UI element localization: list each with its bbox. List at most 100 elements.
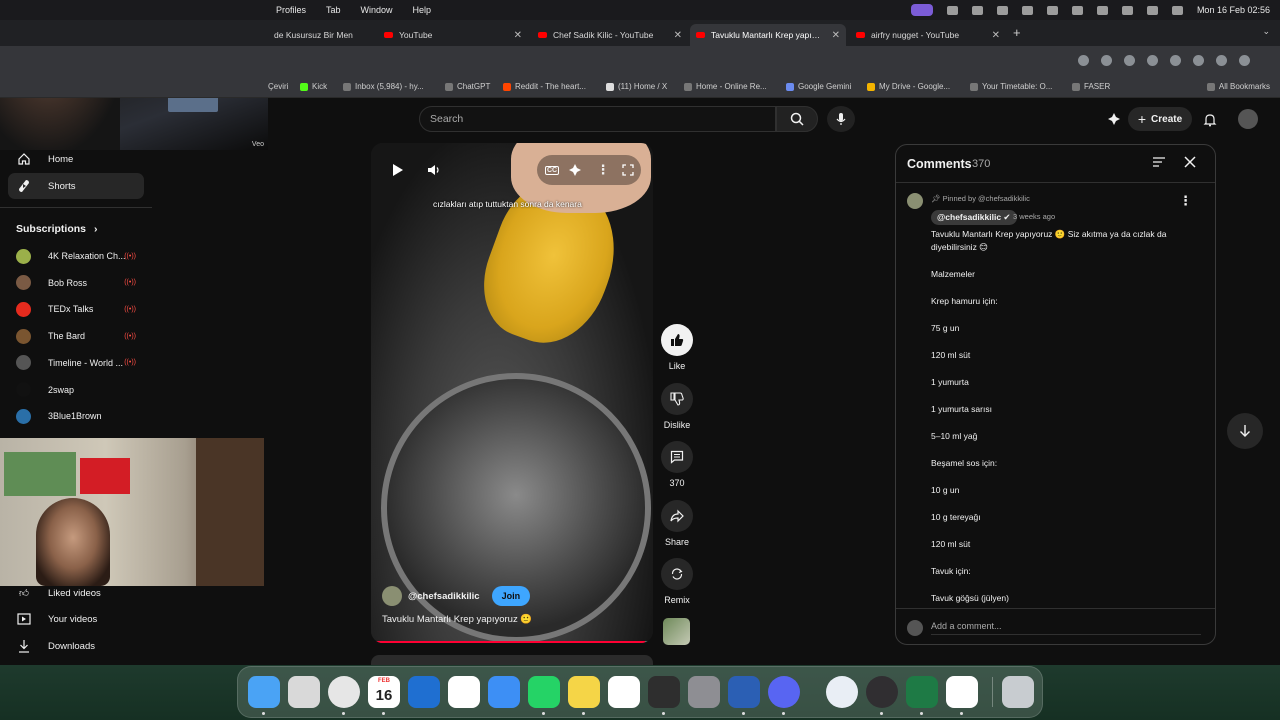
all-bookmarks[interactable]: All Bookmarks: [1206, 82, 1270, 91]
bookmark-star-icon[interactable]: [1101, 55, 1112, 66]
quicktime-icon[interactable]: [826, 676, 858, 708]
volume-button[interactable]: [424, 160, 444, 180]
sidebar-item-home[interactable]: Home: [8, 146, 144, 172]
extension-icon[interactable]: [1124, 55, 1135, 66]
status-icon[interactable]: [946, 5, 958, 15]
car-icon[interactable]: [1046, 5, 1058, 15]
address-bar[interactable]: [0, 46, 1280, 76]
gmail-icon[interactable]: [448, 676, 480, 708]
like-button[interactable]: [661, 324, 693, 356]
bookmark-item[interactable]: Inbox (5,984) - hy...: [343, 82, 424, 91]
channel-avatar[interactable]: [382, 586, 402, 606]
sidebar-item-downloads[interactable]: Downloads: [8, 633, 144, 659]
menu-help[interactable]: Help: [413, 5, 432, 15]
next-video-button[interactable]: [1227, 413, 1263, 449]
sort-button[interactable]: [1152, 156, 1166, 171]
bookmark-item[interactable]: Home - Online Re...: [684, 82, 767, 91]
headphones-icon[interactable]: [1071, 5, 1083, 15]
tab-search-icon[interactable]: ⌄: [1262, 26, 1270, 37]
comment-author[interactable]: @chefsadikkilic ✔︎: [931, 210, 1017, 225]
menu-profiles[interactable]: Profiles: [276, 5, 306, 15]
notifications-button[interactable]: [1201, 110, 1219, 128]
menu-tab[interactable]: Tab: [326, 5, 341, 15]
bookmark-item[interactable]: Çeviri: [268, 82, 288, 91]
browser-tab[interactable]: Chef Sadik Kilic - YouTube ✕: [532, 24, 688, 46]
excel-icon[interactable]: [906, 676, 938, 708]
bookmark-item[interactable]: ChatGPT: [445, 82, 490, 91]
sidebar-item-shorts[interactable]: Shorts: [8, 173, 144, 199]
screen-share-icon[interactable]: [910, 4, 933, 16]
new-tab-button[interactable]: +: [1013, 25, 1021, 40]
play-button[interactable]: [388, 160, 408, 180]
subscription-item[interactable]: Bob Ross ((•)): [16, 273, 140, 293]
share-action[interactable]: Share: [660, 500, 694, 547]
close-icon[interactable]: ✕: [674, 30, 682, 41]
close-icon[interactable]: ✕: [992, 30, 1000, 41]
comment-more-button[interactable]: ⋮: [1179, 193, 1192, 209]
subscription-item[interactable]: The Bard ((•)): [16, 326, 140, 346]
subscription-item[interactable]: 4K Relaxation Ch... ((•)): [16, 246, 140, 266]
discord-icon[interactable]: [768, 676, 800, 708]
finder-icon[interactable]: [248, 676, 280, 708]
extension-icon[interactable]: [1170, 55, 1181, 66]
trash-icon[interactable]: [1002, 676, 1034, 708]
bookmark-item[interactable]: (11) Home / X: [606, 82, 667, 91]
progress-bar[interactable]: [371, 641, 653, 643]
search-button[interactable]: [776, 106, 818, 132]
launchpad-icon[interactable]: [288, 676, 320, 708]
outlook-icon[interactable]: [408, 676, 440, 708]
like-action[interactable]: Like: [660, 324, 694, 371]
menu-window[interactable]: Window: [361, 5, 393, 15]
create-button[interactable]: + Create: [1128, 107, 1192, 131]
install-icon[interactable]: [1078, 55, 1089, 66]
sidebar-icon[interactable]: [1216, 55, 1227, 66]
bookmark-item[interactable]: My Drive - Google...: [867, 82, 950, 91]
search-input[interactable]: Search: [419, 106, 776, 132]
comments-button[interactable]: [661, 441, 693, 473]
subscriptions-header[interactable]: Subscriptions ›: [16, 223, 98, 235]
remix-action[interactable]: Remix: [660, 558, 694, 605]
fullscreen-button[interactable]: [618, 160, 638, 180]
search-icon[interactable]: [1146, 5, 1158, 15]
bookmark-item[interactable]: FASER: [1072, 82, 1110, 91]
shorts-player[interactable]: CC ⋮ cızlakları atıp tuttuktan sonra da …: [371, 143, 653, 643]
mail-icon[interactable]: [488, 676, 520, 708]
subscription-item[interactable]: 2swap: [16, 380, 140, 400]
wifi-icon[interactable]: [1121, 5, 1133, 15]
notes-icon[interactable]: [568, 676, 600, 708]
add-comment-input[interactable]: Add a comment...: [931, 621, 1201, 635]
comments-action[interactable]: 370: [660, 441, 694, 488]
ai-sparkle-icon[interactable]: [1105, 110, 1123, 128]
effects-button[interactable]: [565, 160, 585, 180]
remix-button[interactable]: [661, 558, 693, 590]
subscription-item[interactable]: Timeline - World ... ((•)): [16, 353, 140, 373]
extension-icon[interactable]: [1147, 55, 1158, 66]
control-center-icon[interactable]: [1171, 5, 1183, 15]
settings-icon[interactable]: [688, 676, 720, 708]
status-icon[interactable]: [971, 5, 983, 15]
gemini-icon[interactable]: [946, 676, 978, 708]
profile-icon[interactable]: [1239, 55, 1250, 66]
bookmark-item[interactable]: Reddit - The heart...: [503, 82, 586, 91]
browser-tab[interactable]: YouTube ✕: [378, 24, 528, 46]
subscription-item[interactable]: TEDx Talks ((•)): [16, 299, 140, 319]
dislike-action[interactable]: Dislike: [660, 383, 694, 430]
next-short-card[interactable]: [371, 655, 653, 665]
more-options-button[interactable]: ⋮: [593, 160, 613, 180]
word-icon[interactable]: [728, 676, 760, 708]
status-icon[interactable]: [996, 5, 1008, 15]
whatsapp-icon[interactable]: [528, 676, 560, 708]
close-icon[interactable]: ✕: [832, 30, 840, 41]
reminders-icon[interactable]: [608, 676, 640, 708]
account-avatar[interactable]: [1238, 109, 1258, 129]
bookmark-item[interactable]: Your Timetable: O...: [970, 82, 1052, 91]
menubar-clock[interactable]: Mon 16 Feb 02:56: [1197, 5, 1270, 15]
browser-tab-active[interactable]: Tavuklu Mantarlı Krep yapıyoru ✕: [690, 24, 846, 46]
bookmark-item[interactable]: Google Gemini: [786, 82, 851, 91]
close-comments-button[interactable]: [1184, 156, 1196, 171]
calendar-icon[interactable]: FEB 16: [368, 676, 400, 708]
comment-avatar[interactable]: [907, 193, 923, 209]
obs-icon[interactable]: [866, 676, 898, 708]
numbers-icon[interactable]: [648, 676, 680, 708]
voice-search-button[interactable]: [827, 106, 855, 132]
